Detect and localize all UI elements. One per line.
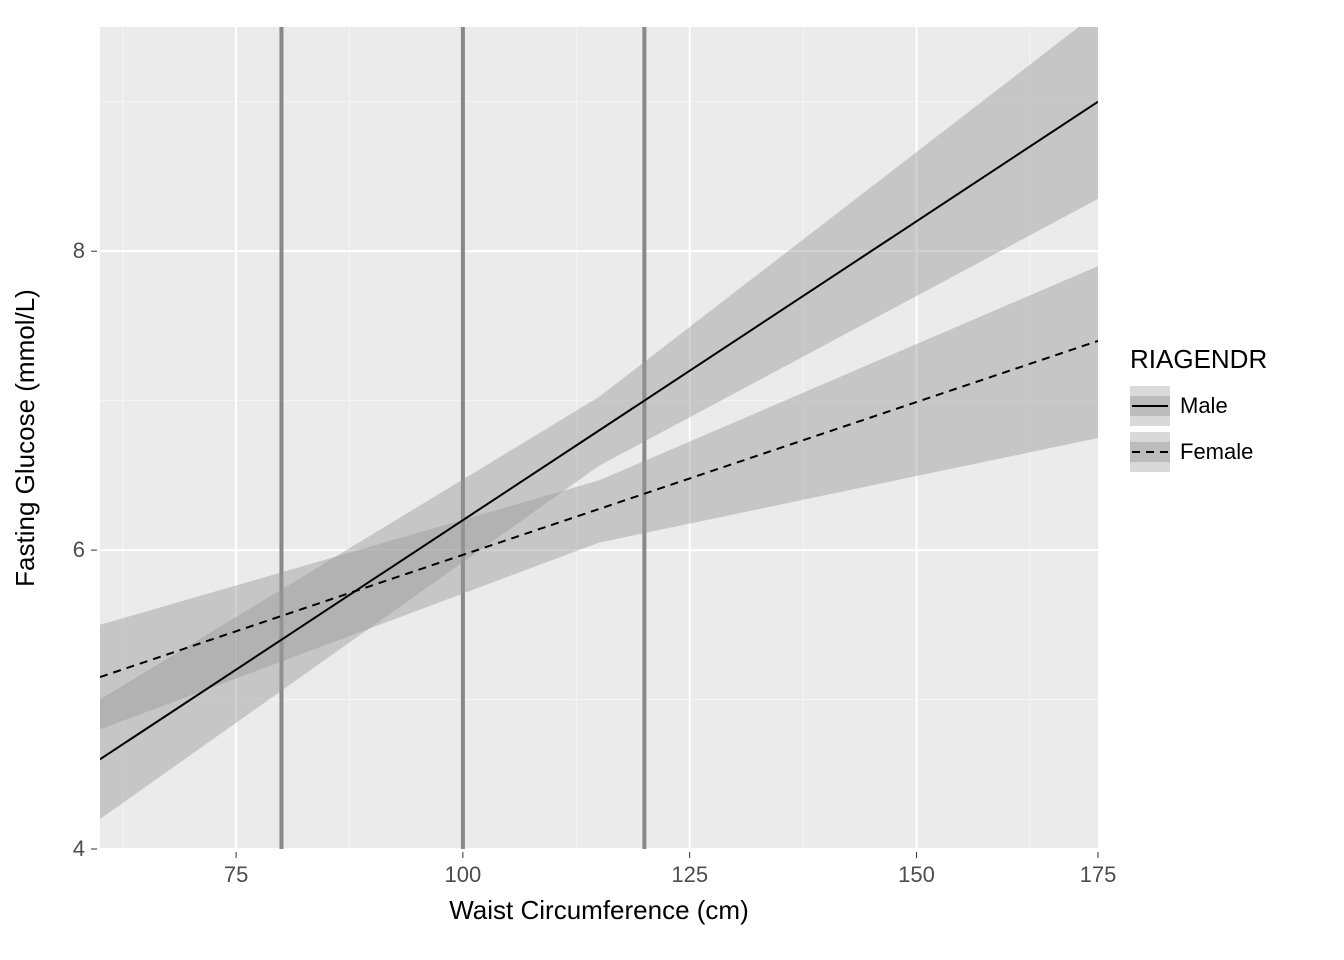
x-tick-label: 175 [1080,862,1117,887]
y-axis-title: Fasting Glucose (mmol/L) [10,289,40,587]
legend-item: Male [1130,386,1228,426]
x-axis-title: Waist Circumference (cm) [449,895,749,925]
legend-item-label: Male [1180,393,1228,418]
x-tick-label: 125 [671,862,708,887]
legend-item-label: Female [1180,439,1253,464]
legend: RIAGENDR Male Female [1130,344,1267,472]
x-tick-label: 100 [445,862,482,887]
legend-title: RIAGENDR [1130,344,1267,374]
legend-item: Female [1130,432,1253,472]
x-tick-label: 150 [898,862,935,887]
y-tick-label: 4 [73,836,85,861]
y-tick-label: 6 [73,537,85,562]
chart-svg: 75 100 125 150 175 4 6 8 Waist Circumference (cm… [0,0,1344,960]
x-tick-label: 75 [224,862,248,887]
chart-stage: 75 100 125 150 175 4 6 8 Waist Circumference (cm… [0,0,1344,960]
y-tick-label: 8 [73,238,85,263]
